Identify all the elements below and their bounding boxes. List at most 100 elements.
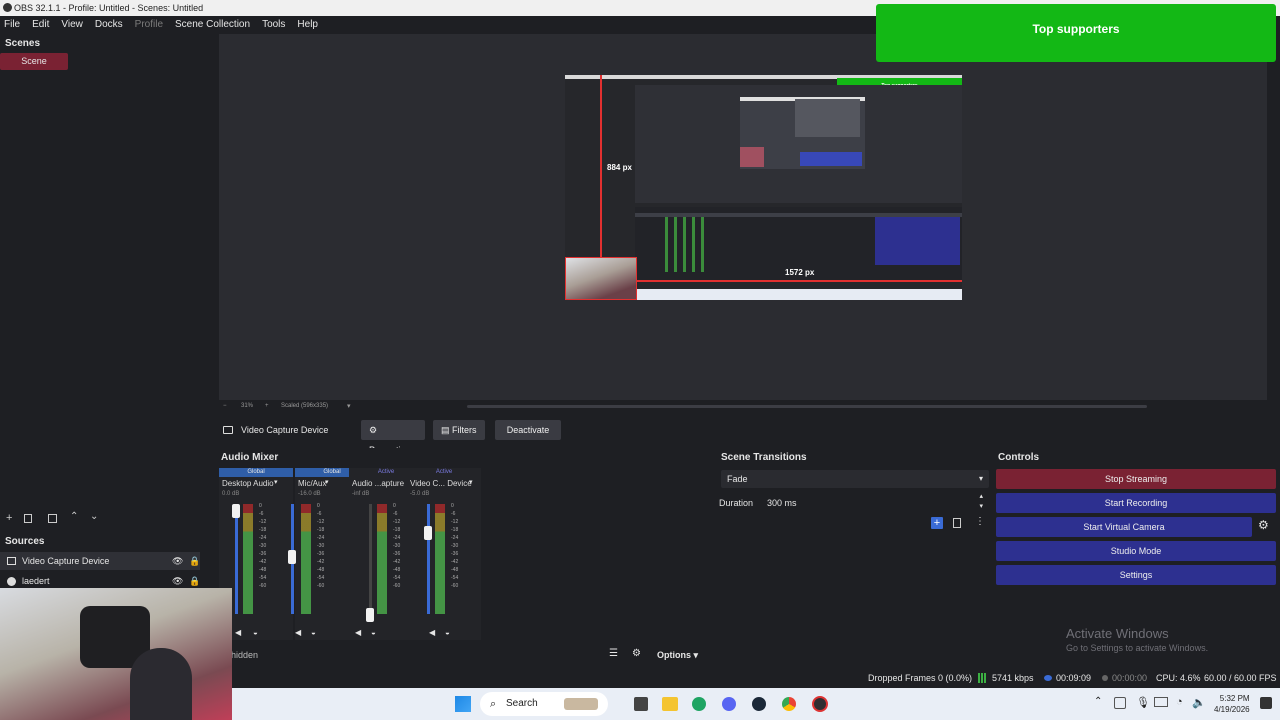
discord-icon[interactable] bbox=[722, 697, 736, 711]
settings-button[interactable]: Settings bbox=[996, 565, 1276, 585]
volume-icon[interactable]: 🔈 bbox=[1192, 696, 1206, 709]
file-explorer-icon[interactable] bbox=[662, 697, 678, 711]
scene-list-item[interactable]: Scene bbox=[0, 53, 68, 70]
top-supporters-widget: Top supporters bbox=[876, 4, 1276, 62]
more-options-icon[interactable]: ⋮ bbox=[975, 516, 985, 527]
captured-nested-preview bbox=[740, 97, 865, 169]
speaker-icon[interactable]: ◀ bbox=[429, 628, 435, 637]
taskbar-search[interactable]: ⌕ Search bbox=[480, 692, 608, 716]
selected-source-webcam[interactable] bbox=[565, 257, 637, 300]
time: 5:32 PM bbox=[1219, 694, 1250, 703]
volume-slider[interactable] bbox=[235, 504, 238, 614]
filters-button[interactable]: ▤ Filters bbox=[433, 420, 485, 440]
dropped-frames: Dropped Frames 0 (0.0%) bbox=[868, 673, 973, 683]
scene-filters-icon[interactable] bbox=[48, 514, 57, 523]
lock-icon[interactable]: 🔒 bbox=[189, 552, 200, 570]
volume-knob[interactable] bbox=[288, 550, 296, 564]
chevron-down-icon[interactable]: ▾ bbox=[325, 478, 329, 486]
menu-view[interactable]: View bbox=[61, 16, 83, 33]
scenes-toolbar: + ⌃ ⌄ bbox=[4, 511, 104, 527]
wifi-icon[interactable]: ◔ bbox=[1176, 696, 1183, 708]
volume-knob[interactable] bbox=[232, 504, 240, 518]
properties-button[interactable]: ⚙ Properties bbox=[361, 420, 425, 455]
studio-mode-button[interactable]: Studio Mode bbox=[996, 541, 1276, 561]
channel-name[interactable]: Desktop Audio bbox=[219, 477, 293, 491]
db-scale: 0 -6 -12 -18 -24 -30 -36 -42 -48 -54 -60 bbox=[259, 503, 267, 589]
preview-scrollbar[interactable] bbox=[467, 405, 1147, 408]
steam-icon[interactable] bbox=[752, 697, 766, 711]
virtual-camera-gear-icon[interactable]: ⚙ bbox=[1258, 518, 1269, 532]
zoom-out-icon[interactable]: − bbox=[223, 403, 227, 409]
activate-windows-watermark: Activate Windows Go to Settings to activ… bbox=[1066, 626, 1276, 653]
task-view-icon[interactable] bbox=[634, 697, 648, 711]
activate-title: Activate Windows bbox=[1066, 626, 1169, 641]
source-name: laedert bbox=[22, 576, 50, 586]
menu-docks[interactable]: Docks bbox=[95, 16, 123, 33]
chevron-down-icon[interactable]: ▾ bbox=[274, 478, 278, 486]
source-item[interactable]: Video Capture Device 👁 🔒 bbox=[0, 552, 200, 570]
duration-spinbox[interactable]: 300 ms ▴ ▾ bbox=[763, 492, 989, 512]
deactivate-button[interactable]: Deactivate bbox=[495, 420, 561, 440]
zoom-level: 31% bbox=[241, 403, 254, 409]
chevron-down-icon[interactable]: ▾ bbox=[469, 478, 473, 486]
volume-slider[interactable] bbox=[369, 504, 372, 614]
tray-app-icon[interactable] bbox=[1114, 697, 1126, 709]
monitor-icon[interactable]: ◒ bbox=[371, 628, 376, 637]
windows-start-icon[interactable] bbox=[455, 696, 471, 712]
add-scene-icon[interactable]: + bbox=[6, 512, 12, 524]
transition-select[interactable]: Fade ▾ bbox=[721, 470, 989, 488]
date: 4/19/2026 bbox=[1214, 705, 1250, 714]
display-icon[interactable] bbox=[1154, 697, 1168, 707]
preview-canvas[interactable]: Top supporters 884 px 1572 px bbox=[565, 75, 962, 300]
menu-file[interactable]: File bbox=[4, 16, 20, 33]
transition-value: Fade bbox=[727, 474, 748, 484]
search-label: Search bbox=[506, 698, 538, 709]
mixer-channel-video-capture: Active Video C... Device ▾ -5.0 dB 0 -6 -1… bbox=[407, 468, 481, 640]
obs-taskbar-icon[interactable] bbox=[812, 696, 828, 712]
add-transition-icon[interactable]: + bbox=[931, 517, 943, 529]
volume-slider[interactable] bbox=[427, 504, 430, 614]
speaker-icon[interactable]: ◀ bbox=[235, 628, 241, 637]
webcam-overlay bbox=[0, 588, 232, 720]
scenes-title: Scenes bbox=[5, 38, 41, 49]
bitrate: 5741 kbps bbox=[992, 673, 1034, 683]
selected-source-name: Video Capture Device bbox=[241, 425, 329, 435]
zoom-dropdown-icon[interactable]: ▾ bbox=[347, 402, 351, 410]
microphone-icon[interactable]: 🎙 bbox=[1136, 696, 1150, 709]
stop-streaming-button[interactable]: Stop Streaming bbox=[996, 469, 1276, 489]
volume-knob[interactable] bbox=[366, 608, 374, 622]
tray-chevron-icon[interactable]: ⌃ bbox=[1094, 696, 1102, 707]
remove-scene-icon[interactable] bbox=[24, 514, 32, 523]
start-virtual-camera-button[interactable]: Start Virtual Camera bbox=[996, 517, 1252, 537]
mixer-settings-icon[interactable]: ⚙ bbox=[632, 648, 641, 659]
move-down-icon[interactable]: ⌄ bbox=[90, 511, 98, 522]
menu-tools[interactable]: Tools bbox=[262, 16, 285, 33]
monitor-icon[interactable]: ◒ bbox=[253, 628, 258, 637]
transitions-title: Scene Transitions bbox=[721, 452, 807, 463]
monitor-icon[interactable]: ◒ bbox=[445, 628, 450, 637]
speaker-icon[interactable]: ◀ bbox=[295, 628, 301, 637]
mixer-layout-icon[interactable]: ☰ bbox=[609, 648, 618, 659]
menu-help[interactable]: Help bbox=[297, 16, 318, 33]
channel-tab[interactable]: Global bbox=[219, 468, 293, 477]
chrome-icon[interactable] bbox=[782, 697, 796, 711]
edge-icon[interactable] bbox=[692, 697, 706, 711]
move-up-icon[interactable]: ⌃ bbox=[70, 511, 78, 522]
spin-arrows-icon[interactable]: ▴ ▾ bbox=[979, 492, 983, 512]
visibility-eye-icon[interactable]: 👁 bbox=[172, 552, 183, 570]
notification-icon[interactable] bbox=[1260, 697, 1272, 709]
volume-knob[interactable] bbox=[424, 526, 432, 540]
remove-transition-icon[interactable] bbox=[953, 518, 961, 528]
menu-scene-collection[interactable]: Scene Collection bbox=[175, 16, 250, 33]
monitor-icon[interactable]: ◒ bbox=[311, 628, 316, 637]
mixer-options-button[interactable]: Options ▾ bbox=[657, 650, 698, 661]
recording-icon bbox=[1102, 675, 1108, 681]
zoom-in-icon[interactable]: + bbox=[265, 403, 269, 409]
speaker-icon[interactable]: ◀ bbox=[355, 628, 361, 637]
menu-edit[interactable]: Edit bbox=[32, 16, 49, 33]
start-recording-button[interactable]: Start Recording bbox=[996, 493, 1276, 513]
duration-label: Duration bbox=[719, 498, 754, 508]
clock[interactable]: 5:32 PM 4/19/2026 bbox=[1214, 693, 1250, 715]
channel-tab[interactable]: Active bbox=[407, 468, 481, 477]
menu-profile[interactable]: Profile bbox=[135, 16, 163, 33]
